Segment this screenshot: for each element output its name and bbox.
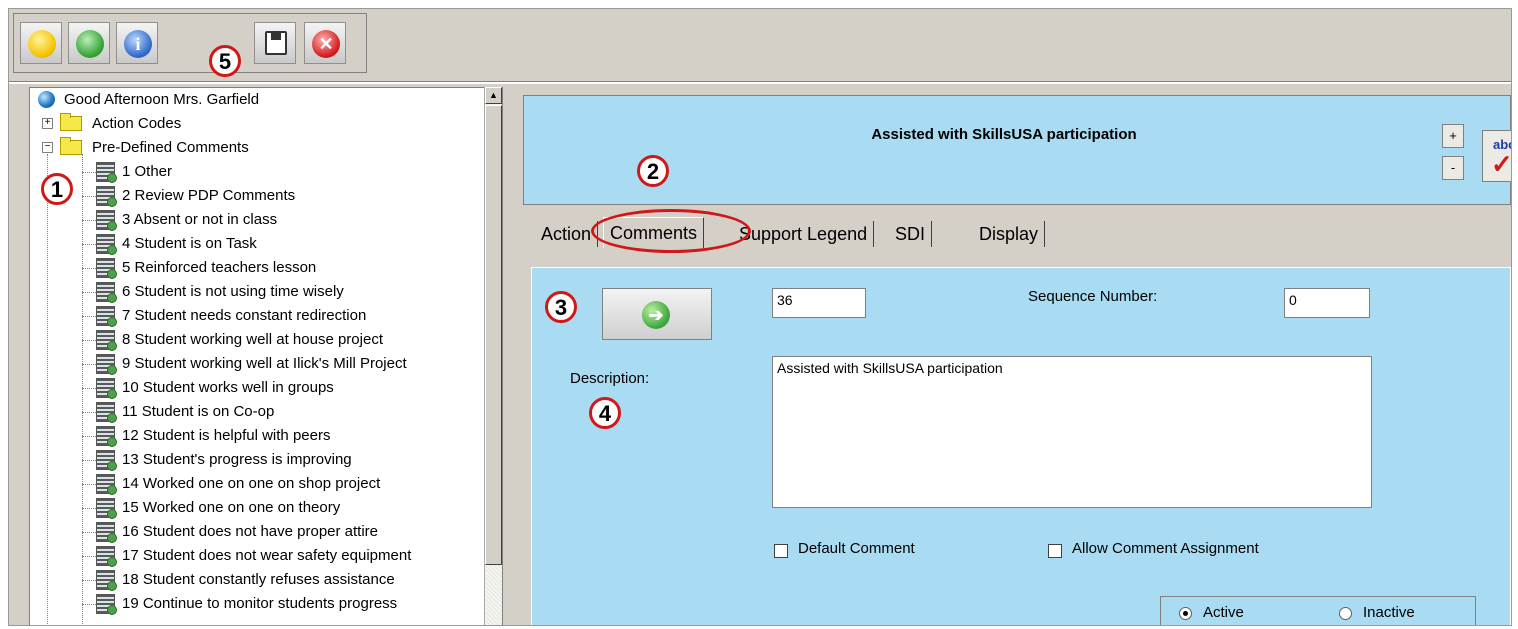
detail-title: Assisted with SkillsUSA participation	[871, 126, 1137, 143]
tree-item-label: 4 Student is on Task	[122, 235, 257, 252]
tree-item-label: 16 Student does not have proper attire	[122, 523, 379, 540]
tree-item-label: 14 Worked one on one on shop project	[122, 475, 381, 492]
greeting-button[interactable]	[20, 22, 62, 64]
next-button[interactable]: ➔	[602, 288, 712, 340]
tree-item-label: 13 Student's progress is improving	[122, 451, 352, 468]
comment-icon	[96, 234, 117, 255]
tree-connector	[47, 154, 48, 625]
comment-icon	[96, 330, 117, 351]
folder-open-icon	[60, 137, 82, 155]
scroll-thumb[interactable]	[485, 105, 502, 565]
description-field[interactable]: Assisted with SkillsUSA participation	[772, 356, 1372, 508]
tab-display[interactable]: Display	[973, 221, 1046, 247]
spell-check-button[interactable]: abc ✓	[1482, 130, 1512, 182]
comments-tab-highlight	[591, 209, 751, 253]
folder-icon	[60, 113, 82, 131]
tab-support-legend[interactable]: Support Legend	[733, 221, 875, 247]
annotation-marker-4: 4	[589, 397, 621, 429]
tree-item-label: 2 Review PDP Comments	[122, 187, 296, 204]
tree-item-label: 7 Student needs constant redirection	[122, 307, 367, 324]
refresh-button[interactable]	[68, 22, 110, 64]
app-window: i ✕ Good Afternoon Mrs. Garfield + Actio…	[8, 8, 1512, 626]
comment-icon	[96, 570, 117, 591]
arrow-right-icon: ➔	[642, 301, 670, 329]
toolbar-divider	[9, 81, 1511, 84]
comment-icon	[96, 402, 117, 423]
decrease-button[interactable]: -	[1442, 156, 1464, 180]
inactive-radio[interactable]	[1339, 607, 1352, 620]
comment-icon	[96, 450, 117, 471]
tab-action[interactable]: Action	[535, 221, 599, 247]
scroll-up-arrow-icon[interactable]: ▲	[485, 87, 502, 104]
sequence-number-label: Sequence Number:	[1028, 288, 1158, 305]
comment-icon	[96, 378, 117, 399]
id-field[interactable]: 36	[772, 288, 866, 318]
tree-item-label: 9 Student working well at Ilick's Mill P…	[122, 355, 407, 372]
tree-item-label: 18 Student constantly refuses assistance	[122, 571, 395, 588]
default-comment-checkbox[interactable]	[774, 544, 788, 558]
info-icon: i	[124, 30, 152, 58]
comment-icon	[96, 498, 117, 519]
detail-header: Assisted with SkillsUSA participation + …	[523, 95, 1511, 205]
description-label: Description:	[570, 370, 650, 387]
close-icon: ✕	[312, 30, 340, 58]
comment-icon	[96, 426, 117, 447]
comment-icon	[96, 522, 117, 543]
collapse-icon[interactable]: −	[42, 142, 53, 153]
active-label: Active	[1203, 604, 1244, 621]
expand-icon[interactable]: +	[42, 118, 53, 129]
annotation-marker-1: 1	[41, 173, 73, 205]
tree-item-label: 8 Student working well at house project	[122, 331, 383, 348]
save-icon	[265, 31, 287, 55]
tree-item-label: 17 Student does not wear safety equipmen…	[122, 547, 412, 564]
comment-icon	[96, 282, 117, 303]
toolbar-group: i ✕	[13, 13, 367, 73]
checkmark-icon: ✓	[1491, 149, 1512, 179]
tree-folder-label: Pre-Defined Comments	[92, 139, 249, 156]
annotation-marker-3: 3	[545, 291, 577, 323]
refresh-icon	[76, 30, 104, 58]
allow-comment-assignment-label: Allow Comment Assignment	[1072, 540, 1259, 557]
tree-item-label: 1 Other	[122, 163, 173, 180]
tree-item-label: 19 Continue to monitor students progress	[122, 595, 398, 612]
comment-icon	[96, 186, 117, 207]
tree-root-label: Good Afternoon Mrs. Garfield	[64, 91, 260, 108]
tree-item-label: 3 Absent or not in class	[122, 211, 278, 228]
allow-comment-assignment-checkbox[interactable]	[1048, 544, 1062, 558]
globe-icon	[38, 91, 55, 108]
tree-item-label: 12 Student is helpful with peers	[122, 427, 331, 444]
active-radio[interactable]	[1179, 607, 1192, 620]
sequence-number-field[interactable]: 0	[1284, 288, 1370, 318]
inactive-label: Inactive	[1363, 604, 1415, 621]
comment-icon	[96, 306, 117, 327]
tree-item-label: 6 Student is not using time wisely	[122, 283, 344, 300]
annotation-marker-2: 2	[637, 155, 669, 187]
comment-icon	[96, 354, 117, 375]
tree-item-label: 11 Student is on Co-op	[122, 403, 275, 420]
comment-icon	[96, 546, 117, 567]
comment-icon	[96, 474, 117, 495]
save-button[interactable]	[254, 22, 296, 64]
increase-button[interactable]: +	[1442, 124, 1464, 148]
comment-icon	[96, 258, 117, 279]
annotation-marker-5: 5	[209, 45, 241, 77]
tree-panel: Good Afternoon Mrs. Garfield + Action Co…	[29, 87, 503, 625]
comment-icon	[96, 162, 117, 183]
tree-folder-label: Action Codes	[92, 115, 182, 132]
tab-sdi[interactable]: SDI	[889, 221, 933, 247]
default-comment-label: Default Comment	[798, 540, 915, 557]
tree-item-label: 10 Student works well in groups	[122, 379, 334, 396]
status-radio-group: Active Inactive	[1160, 596, 1476, 625]
smiley-icon	[28, 30, 56, 58]
tree-item-label: 5 Reinforced teachers lesson	[122, 259, 317, 276]
tree-item-label: 15 Worked one on one on theory	[122, 499, 341, 516]
info-button[interactable]: i	[116, 22, 158, 64]
comments-tab-content: ➔ 36 Sequence Number: 0 Description: Ass…	[531, 267, 1511, 625]
comment-icon	[96, 594, 117, 615]
tree-scrollbar[interactable]: ▲	[484, 87, 502, 625]
comment-icon	[96, 210, 117, 231]
close-button[interactable]: ✕	[304, 22, 346, 64]
